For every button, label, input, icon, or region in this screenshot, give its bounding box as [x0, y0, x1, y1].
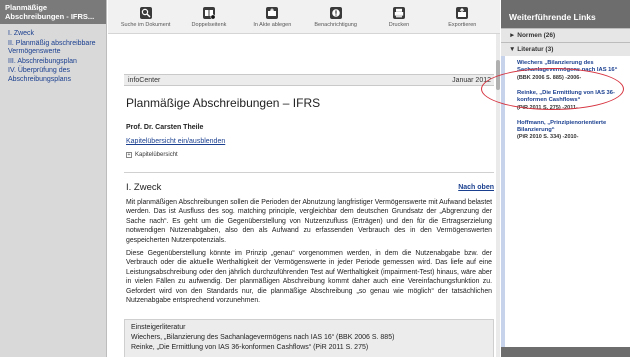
document-author: Prof. Dr. Carsten Theile	[126, 124, 204, 131]
file-add-button[interactable]: In Akte ablegen	[242, 0, 302, 33]
toc-label: Kapitelübersicht	[135, 152, 178, 158]
chapter-list: I. Zweck II. Planmäßig abschreibbare Ver…	[0, 24, 106, 84]
back-to-top-link[interactable]: Nach oben	[458, 184, 494, 191]
expand-plus-icon: +	[126, 152, 132, 158]
export-label: Exportieren	[448, 22, 477, 28]
literature-item-reinke[interactable]: Reinke, „Die Ermittlung von IAS 36-konfo…	[131, 343, 487, 353]
info-source: infoCenter	[128, 77, 161, 84]
related-link-source: (BBK 2006 S. 885) -2006-	[517, 74, 582, 81]
literature-toggle[interactable]: ▼ Literatur (3)	[501, 42, 630, 56]
file-add-label: In Akte ablegen	[253, 22, 292, 28]
info-bar: infoCenter Januar 2012	[124, 74, 494, 86]
literature-item-wiechers[interactable]: Wiechers, „Bilanzierung des Sachanlageve…	[131, 333, 487, 343]
paragraph-2: Diese Gegenüberstellung könnte im Prinzi…	[126, 250, 492, 305]
document-toolbar: Suche im Dokument Doppelseitenk In Akte …	[108, 0, 500, 34]
notification-icon	[329, 7, 342, 19]
chapter-sidebar: Planmäßige Abschreibungen - IFRS... I. Z…	[0, 0, 107, 357]
notification-button[interactable]: Benachrichtigung	[306, 0, 366, 33]
chapter-link-abschreibungsplan[interactable]: III. Abschreibungsplan	[8, 58, 102, 67]
collapsed-arrow-icon: ►	[509, 32, 516, 39]
literature-links: Wiechers „Bilanzierung des Sachanlagever…	[501, 56, 630, 347]
related-link-source: (PiR 2010 S. 334) -2010-	[517, 134, 579, 141]
related-link-hoffmann[interactable]: Hoffmann, „Prinzipienorientierte Bilanzi…	[517, 120, 626, 142]
notification-label: Benachrichtigung	[314, 22, 357, 28]
info-date: Januar 2012	[452, 77, 491, 84]
search-document-button[interactable]: Suche im Dokument	[116, 0, 176, 33]
related-link-source: (PiR 2011 S. 275) -2011-	[517, 104, 578, 111]
double-page-button[interactable]: Doppelseitenk	[179, 0, 239, 33]
chapter-link-ueberpruefung[interactable]: IV. Überprüfung des Abschreibungsplans	[8, 67, 102, 84]
export-button[interactable]: Exportieren	[432, 0, 492, 33]
expanded-arrow-icon: ▼	[509, 46, 516, 53]
related-link-title: Hoffmann, „Prinzipienorientierte Bilanzi…	[517, 119, 607, 134]
literature-heading: Einsteigerliteratur	[131, 324, 186, 331]
scrollbar-thumb[interactable]	[496, 60, 500, 90]
related-link-reinke[interactable]: Reinke, „Die Ermittlung von IAS 36-konfo…	[517, 90, 626, 112]
divider	[124, 172, 494, 173]
chapter-link-vermoegenswerte[interactable]: II. Planmäßig abschreibbare Vermögenswer…	[8, 40, 102, 57]
norms-label: Normen (26)	[517, 32, 556, 39]
chapter-link-zweck[interactable]: I. Zweck	[8, 30, 102, 39]
toc-toggle-link[interactable]: Kapitelübersicht ein/ausblenden	[126, 138, 225, 145]
print-icon	[392, 7, 405, 19]
file-add-icon	[266, 7, 279, 19]
sidebar-title: Planmäßige Abschreibungen - IFRS...	[0, 0, 106, 24]
literature-label: Literatur (3)	[517, 46, 554, 53]
document-title: Planmäßige Abschreibungen – IFRS	[126, 96, 321, 110]
search-document-icon	[139, 7, 152, 19]
related-link-title: Reinke, „Die Ermittlung von IAS 36-konfo…	[517, 89, 615, 104]
double-page-icon	[202, 7, 216, 20]
literature-box: Einsteigerliteratur Wiechers, „Bilanzier…	[124, 319, 494, 357]
norms-toggle[interactable]: ► Normen (26)	[501, 28, 630, 42]
print-label: Drucken	[388, 22, 410, 28]
double-page-label: Doppelseitenk	[191, 22, 227, 28]
related-link-title: Wiechers „Bilanzierung des Sachanlagever…	[517, 60, 618, 74]
paragraph-1: Mit planmäßigen Abschreibungen sollen di…	[126, 199, 492, 244]
section-title: I. Zweck	[126, 182, 162, 193]
search-document-label: Suche im Dokument	[120, 22, 171, 28]
document-scrollbar[interactable]	[496, 34, 500, 357]
document-viewer: Suche im Dokument Doppelseitenk In Akte …	[108, 0, 519, 357]
related-links-panel: Weiterführende Links ► Normen (26) ▼ Lit…	[501, 0, 630, 357]
print-button[interactable]: Drucken	[369, 0, 429, 33]
toc-expander[interactable]: + Kapitelübersicht	[126, 152, 178, 158]
related-links-heading: Weiterführende Links	[509, 12, 596, 22]
related-link-wiechers[interactable]: Wiechers „Bilanzierung des Sachanlagever…	[517, 60, 626, 82]
export-icon	[456, 7, 469, 19]
